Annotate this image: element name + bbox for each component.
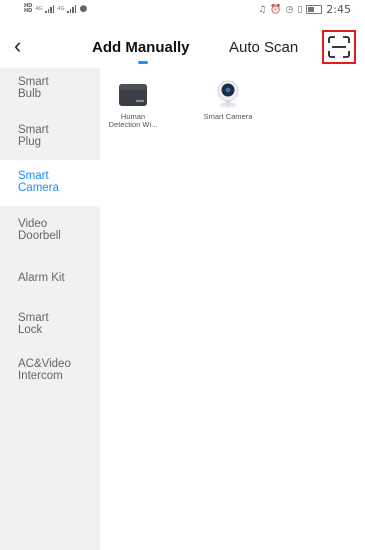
category-sidebar: Smart Bulb Smart Plug Smart Camera Video… [0, 68, 100, 550]
battery-icon [306, 5, 323, 14]
sidebar-item-smart-camera[interactable]: Smart Camera [0, 160, 100, 206]
wechat-icon: ● [79, 4, 88, 14]
device-label-smart-camera: Smart Camera [203, 112, 253, 121]
device-grid: Human Detection Wi... Smart Camera [100, 68, 365, 550]
clock-icon: ◷ [285, 4, 294, 15]
sidebar-item-ac-video-intercom[interactable]: AC&Video Intercom [0, 358, 100, 396]
back-chevron-icon[interactable]: ‹ [14, 35, 30, 57]
active-tab-indicator [138, 61, 148, 64]
header-bar: ‹ Add Manually Auto Scan [0, 26, 365, 68]
status-right: ♫ ⏰ ◷ ▯ 2:45 [258, 3, 351, 16]
human-detection-camera-icon [119, 84, 147, 106]
smart-camera-icon [217, 80, 239, 108]
signal-icon-2 [67, 5, 77, 13]
alarm-icon: ⏰ [270, 4, 282, 15]
sidebar-item-smart-bulb[interactable]: Smart Bulb [0, 76, 100, 114]
hd-badge: HD HD [24, 4, 32, 14]
tab-add-manually[interactable]: Add Manually [92, 39, 190, 56]
network-label-2: 4G [57, 6, 65, 12]
status-time: 2:45 [326, 3, 351, 16]
qr-scan-icon[interactable] [328, 36, 350, 58]
sidebar-item-smart-plug[interactable]: Smart Plug [0, 124, 100, 162]
sidebar-item-alarm-kit[interactable]: Alarm Kit [0, 272, 100, 296]
sidebar-item-video-doorbell[interactable]: Video Doorbell [0, 218, 100, 256]
device-smart-camera[interactable]: Smart Camera [200, 80, 256, 121]
device-label-human-detection: Human Detection Wi... [108, 112, 158, 129]
status-bar: HD HD 4G 4G ● ♫ ⏰ ◷ ▯ 2:45 [0, 0, 365, 22]
vibrate-icon: ▯ [297, 4, 303, 15]
network-label-1: 4G [35, 6, 43, 12]
tab-auto-scan[interactable]: Auto Scan [229, 39, 298, 56]
sidebar-item-smart-lock[interactable]: Smart Lock [0, 312, 100, 350]
status-left: HD HD 4G 4G ● [24, 4, 88, 15]
hd-label-2: HD [24, 8, 33, 14]
headset-icon: ♫ [258, 4, 267, 15]
signal-icon [45, 5, 55, 13]
device-human-detection[interactable]: Human Detection Wi... [104, 82, 162, 129]
